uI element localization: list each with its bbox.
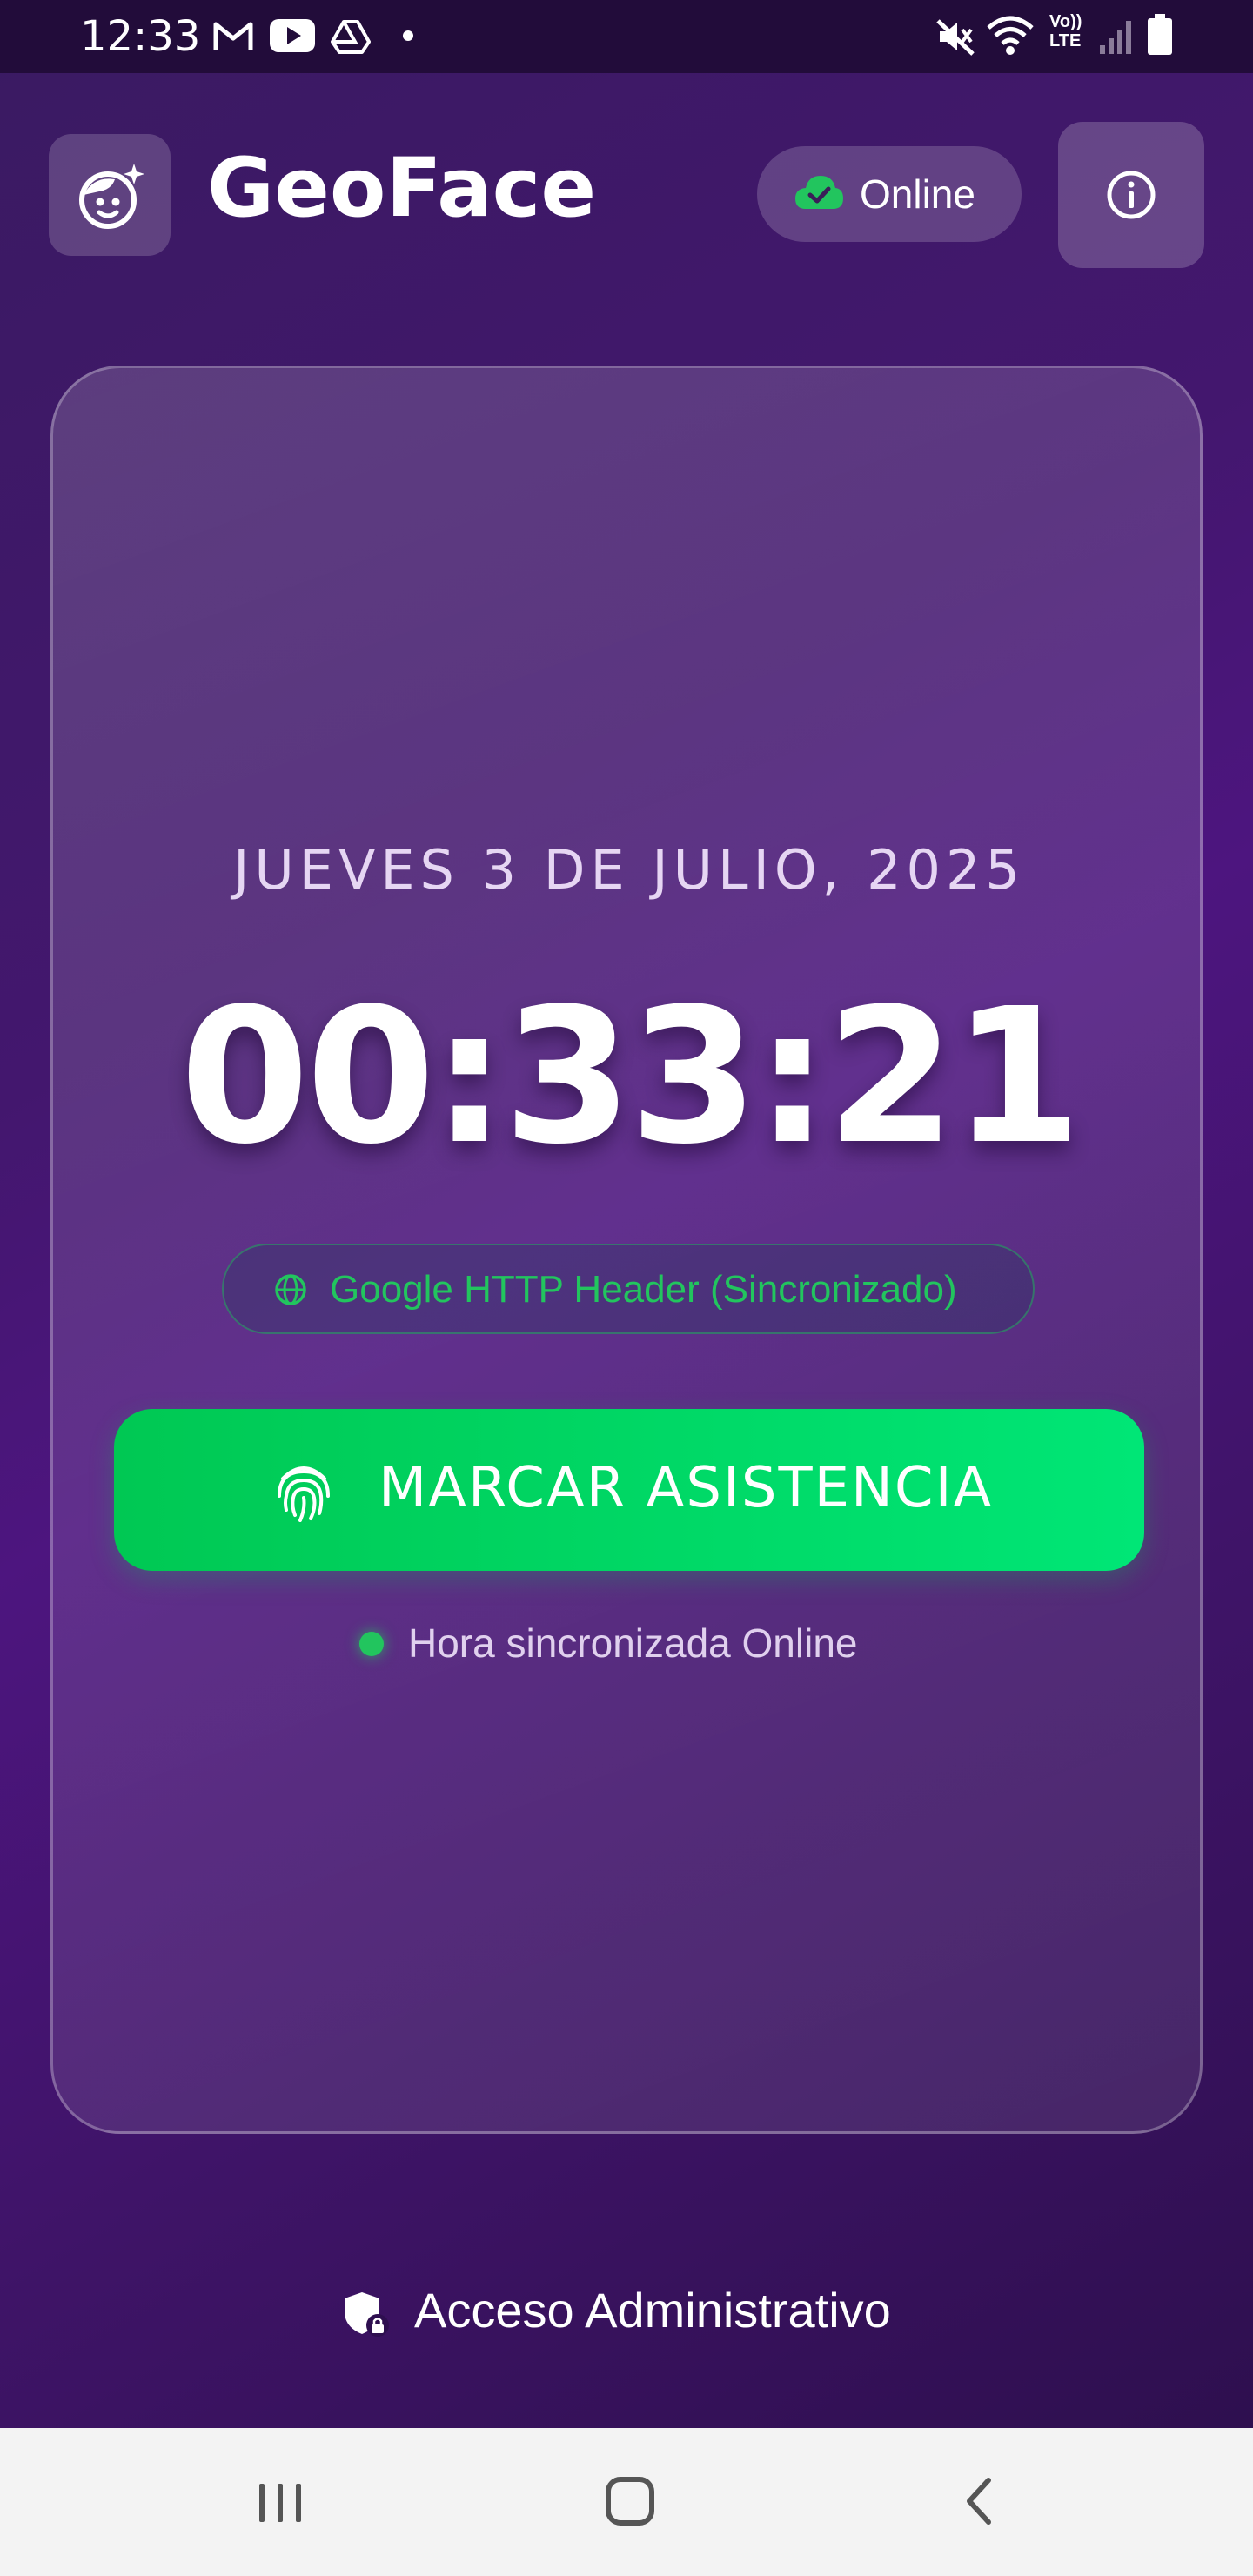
shield-lock-icon bbox=[343, 2291, 390, 2342]
admin-access-link[interactable]: Acceso Administrativo bbox=[338, 2278, 929, 2348]
volte-line1: Vo)) bbox=[1049, 12, 1082, 31]
recent-apps-icon[interactable] bbox=[228, 2463, 332, 2541]
back-icon[interactable] bbox=[928, 2463, 1032, 2541]
app-title: GeoFace bbox=[207, 141, 597, 236]
wifi-icon bbox=[985, 14, 1035, 62]
current-date: JUEVES 3 DE JULIO, 2025 bbox=[233, 838, 1025, 902]
face-sparkle-icon bbox=[77, 162, 146, 236]
admin-access-label: Acceso Administrativo bbox=[414, 2283, 891, 2338]
battery-icon bbox=[1147, 14, 1173, 60]
volte-icon: Vo)) LTE bbox=[1049, 12, 1082, 50]
signal-icon bbox=[1098, 17, 1133, 60]
gmail-icon bbox=[212, 21, 254, 57]
mute-icon bbox=[935, 16, 976, 62]
mark-attendance-label: MARCAR ASISTENCIA bbox=[379, 1456, 994, 1520]
status-bar: 12:33 Vo)) LTE bbox=[0, 0, 1253, 73]
sync-status-label: Hora sincronizada Online bbox=[408, 1620, 858, 1666]
connection-status-label: Online bbox=[860, 171, 975, 217]
time-source-badge: Google HTTP Header (Sincronizado) bbox=[222, 1244, 1035, 1334]
time-source-label: Google HTTP Header (Sincronizado) bbox=[330, 1268, 957, 1311]
home-icon[interactable] bbox=[578, 2463, 682, 2541]
clock-card: JUEVES 3 DE JULIO, 2025 00:33:21 Google … bbox=[50, 366, 1203, 2134]
connection-status-badge: Online bbox=[757, 146, 1022, 242]
cloud-check-icon bbox=[794, 172, 844, 218]
info-button[interactable] bbox=[1058, 122, 1204, 268]
status-time: 12:33 bbox=[80, 12, 201, 61]
globe-icon bbox=[274, 1273, 307, 1311]
drive-icon bbox=[331, 19, 371, 58]
app-logo bbox=[49, 134, 171, 256]
system-nav-bar bbox=[0, 2428, 1253, 2576]
volte-line2: LTE bbox=[1049, 31, 1082, 50]
info-icon bbox=[1105, 169, 1157, 225]
fingerprint-icon bbox=[274, 1459, 333, 1526]
sync-status-dot bbox=[359, 1632, 384, 1656]
youtube-icon bbox=[270, 19, 315, 57]
dot-icon bbox=[402, 30, 414, 46]
current-time: 00:33:21 bbox=[179, 969, 1082, 1185]
mark-attendance-button[interactable]: MARCAR ASISTENCIA bbox=[114, 1409, 1144, 1571]
